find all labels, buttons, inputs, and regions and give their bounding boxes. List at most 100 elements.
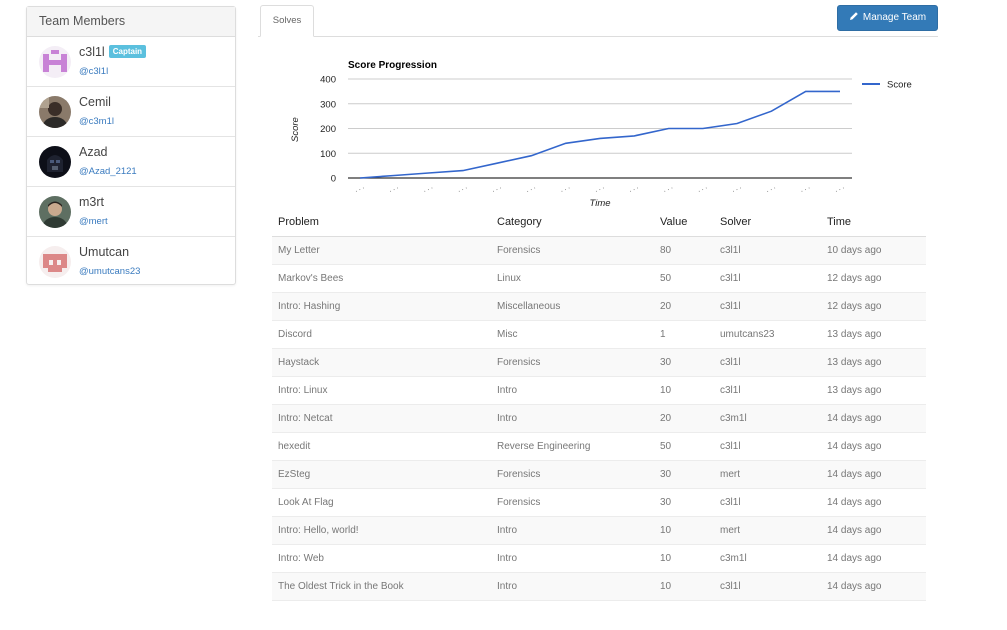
table-row: The Oldest Trick in the Book Intro 10 c3l1l… <box>272 572 926 601</box>
cell-value: 30 <box>654 348 714 377</box>
x-tick-label: . . . <box>525 183 537 193</box>
score-series-line <box>359 90 840 179</box>
x-tick-label: . . . <box>765 183 777 193</box>
cell-solver: c3l1l <box>714 348 821 377</box>
member-name[interactable]: Azad <box>79 145 108 159</box>
solves-table: Problem Category Value Solver Time My Le… <box>272 208 926 601</box>
cell-category: Forensics <box>491 460 654 489</box>
tab-bar: Solves <box>258 5 938 37</box>
cell-category: Forensics <box>491 236 654 265</box>
y-tick-label: 0 <box>331 174 336 185</box>
member-name[interactable]: Umutcan <box>79 245 129 259</box>
member-handle[interactable]: @Azad_2121 <box>79 166 137 177</box>
member-item[interactable]: Cemil @c3m1l <box>27 87 235 137</box>
x-tick-label: . . . <box>731 183 743 193</box>
cell-solver: c3m1l <box>714 544 821 573</box>
table-row: Intro: Web Intro 10 c3m1l 14 days ago <box>272 544 926 573</box>
member-name[interactable]: c3l1l Captain <box>79 45 147 59</box>
user-photo-icon <box>39 96 71 128</box>
table-row: My Letter Forensics 80 c3l1l 10 days ago <box>272 236 926 265</box>
cell-value: 10 <box>654 516 714 545</box>
table-row: Look At Flag Forensics 30 c3l1l 14 days ago <box>272 488 926 517</box>
x-tick-label: . . . <box>353 183 365 193</box>
cell-time: 14 days ago <box>821 488 926 517</box>
cell-problem: The Oldest Trick in the Book <box>272 572 491 601</box>
cell-time: 13 days ago <box>821 348 926 377</box>
cell-solver: umutcans23 <box>714 320 821 349</box>
member-name[interactable]: m3rt <box>79 195 104 209</box>
header-value: Value <box>654 208 714 237</box>
member-handle[interactable]: @c3l1l <box>79 66 108 77</box>
cell-problem: Look At Flag <box>272 488 491 517</box>
member-handle[interactable]: @c3m1l <box>79 116 114 127</box>
cell-problem: Discord <box>272 320 491 349</box>
avatar[interactable] <box>39 146 71 178</box>
tab-solves[interactable]: Solves <box>260 5 314 37</box>
member-item[interactable]: Umutcan @umutcans23 <box>27 237 235 287</box>
header-solver: Solver <box>714 208 821 237</box>
header-time: Time <box>821 208 926 237</box>
cell-value: 20 <box>654 292 714 321</box>
cell-time: 14 days ago <box>821 404 926 433</box>
cell-problem: Intro: Netcat <box>272 404 491 433</box>
identicon-icon <box>39 246 71 278</box>
cell-problem: Markov's Bees <box>272 264 491 293</box>
table-row: EzSteg Forensics 30 mert 14 days ago <box>272 460 926 489</box>
cell-value: 50 <box>654 264 714 293</box>
member-item[interactable]: c3l1l Captain @c3l1l <box>27 37 235 87</box>
y-axis-label: Score <box>290 117 301 142</box>
pencil-icon <box>849 7 859 31</box>
table-row: Markov's Bees Linux 50 c3l1l 12 days ago <box>272 264 926 293</box>
score-chart: Score Progression 0 100 200 300 400 . . . . .… <box>276 50 936 212</box>
cell-solver: c3l1l <box>714 236 821 265</box>
cell-problem: Haystack <box>272 348 491 377</box>
y-tick-label: 200 <box>320 124 336 135</box>
manage-team-button[interactable]: Manage Team <box>837 5 938 31</box>
cell-category: Miscellaneous <box>491 292 654 321</box>
member-handle[interactable]: @mert <box>79 216 108 227</box>
cell-category: Reverse Engineering <box>491 432 654 461</box>
cell-problem: hexedit <box>272 432 491 461</box>
cell-value: 50 <box>654 432 714 461</box>
cell-solver: c3m1l <box>714 404 821 433</box>
table-row: Intro: Netcat Intro 20 c3m1l 14 days ago <box>272 404 926 433</box>
cell-value: 10 <box>654 376 714 405</box>
cell-time: 14 days ago <box>821 572 926 601</box>
cell-problem: Intro: Linux <box>272 376 491 405</box>
team-members-panel: Team Members c3l1l Captain @c3l1l Cemil @… <box>26 6 236 285</box>
cell-category: Intro <box>491 376 654 405</box>
x-tick-label: . . . <box>559 183 571 193</box>
member-item[interactable]: m3rt @mert <box>27 187 235 237</box>
table-header-row: Problem Category Value Solver Time <box>272 208 926 237</box>
header-problem: Problem <box>272 208 491 237</box>
table-row: hexedit Reverse Engineering 50 c3l1l 14 days… <box>272 432 926 461</box>
cell-solver: c3l1l <box>714 432 821 461</box>
avatar[interactable] <box>39 96 71 128</box>
member-name[interactable]: Cemil <box>79 95 111 109</box>
x-tick-label: . . . <box>456 183 468 193</box>
cell-solver: c3l1l <box>714 376 821 405</box>
x-tick-label: . . . <box>422 183 434 193</box>
cell-category: Intro <box>491 544 654 573</box>
x-tick-label: . . . <box>662 183 674 193</box>
cell-category: Intro <box>491 572 654 601</box>
cell-time: 12 days ago <box>821 292 926 321</box>
table-row: Intro: Hashing Miscellaneous 20 c3l1l 12 day… <box>272 292 926 321</box>
captain-badge: Captain <box>108 45 147 58</box>
helmet-photo-icon <box>39 146 71 178</box>
cell-solver: c3l1l <box>714 572 821 601</box>
x-tick-label: . . . <box>593 183 605 193</box>
x-tick-label: . . . <box>491 183 503 193</box>
cell-time: 14 days ago <box>821 460 926 489</box>
cell-solver: mert <box>714 460 821 489</box>
avatar[interactable] <box>39 196 71 228</box>
cell-problem: Intro: Hashing <box>272 292 491 321</box>
cell-time: 13 days ago <box>821 320 926 349</box>
member-item[interactable]: Azad @Azad_2121 <box>27 137 235 187</box>
cell-problem: EzSteg <box>272 460 491 489</box>
avatar[interactable] <box>39 246 71 278</box>
cell-category: Forensics <box>491 348 654 377</box>
member-handle[interactable]: @umutcans23 <box>79 266 140 277</box>
avatar[interactable] <box>39 46 71 78</box>
cell-time: 10 days ago <box>821 236 926 265</box>
